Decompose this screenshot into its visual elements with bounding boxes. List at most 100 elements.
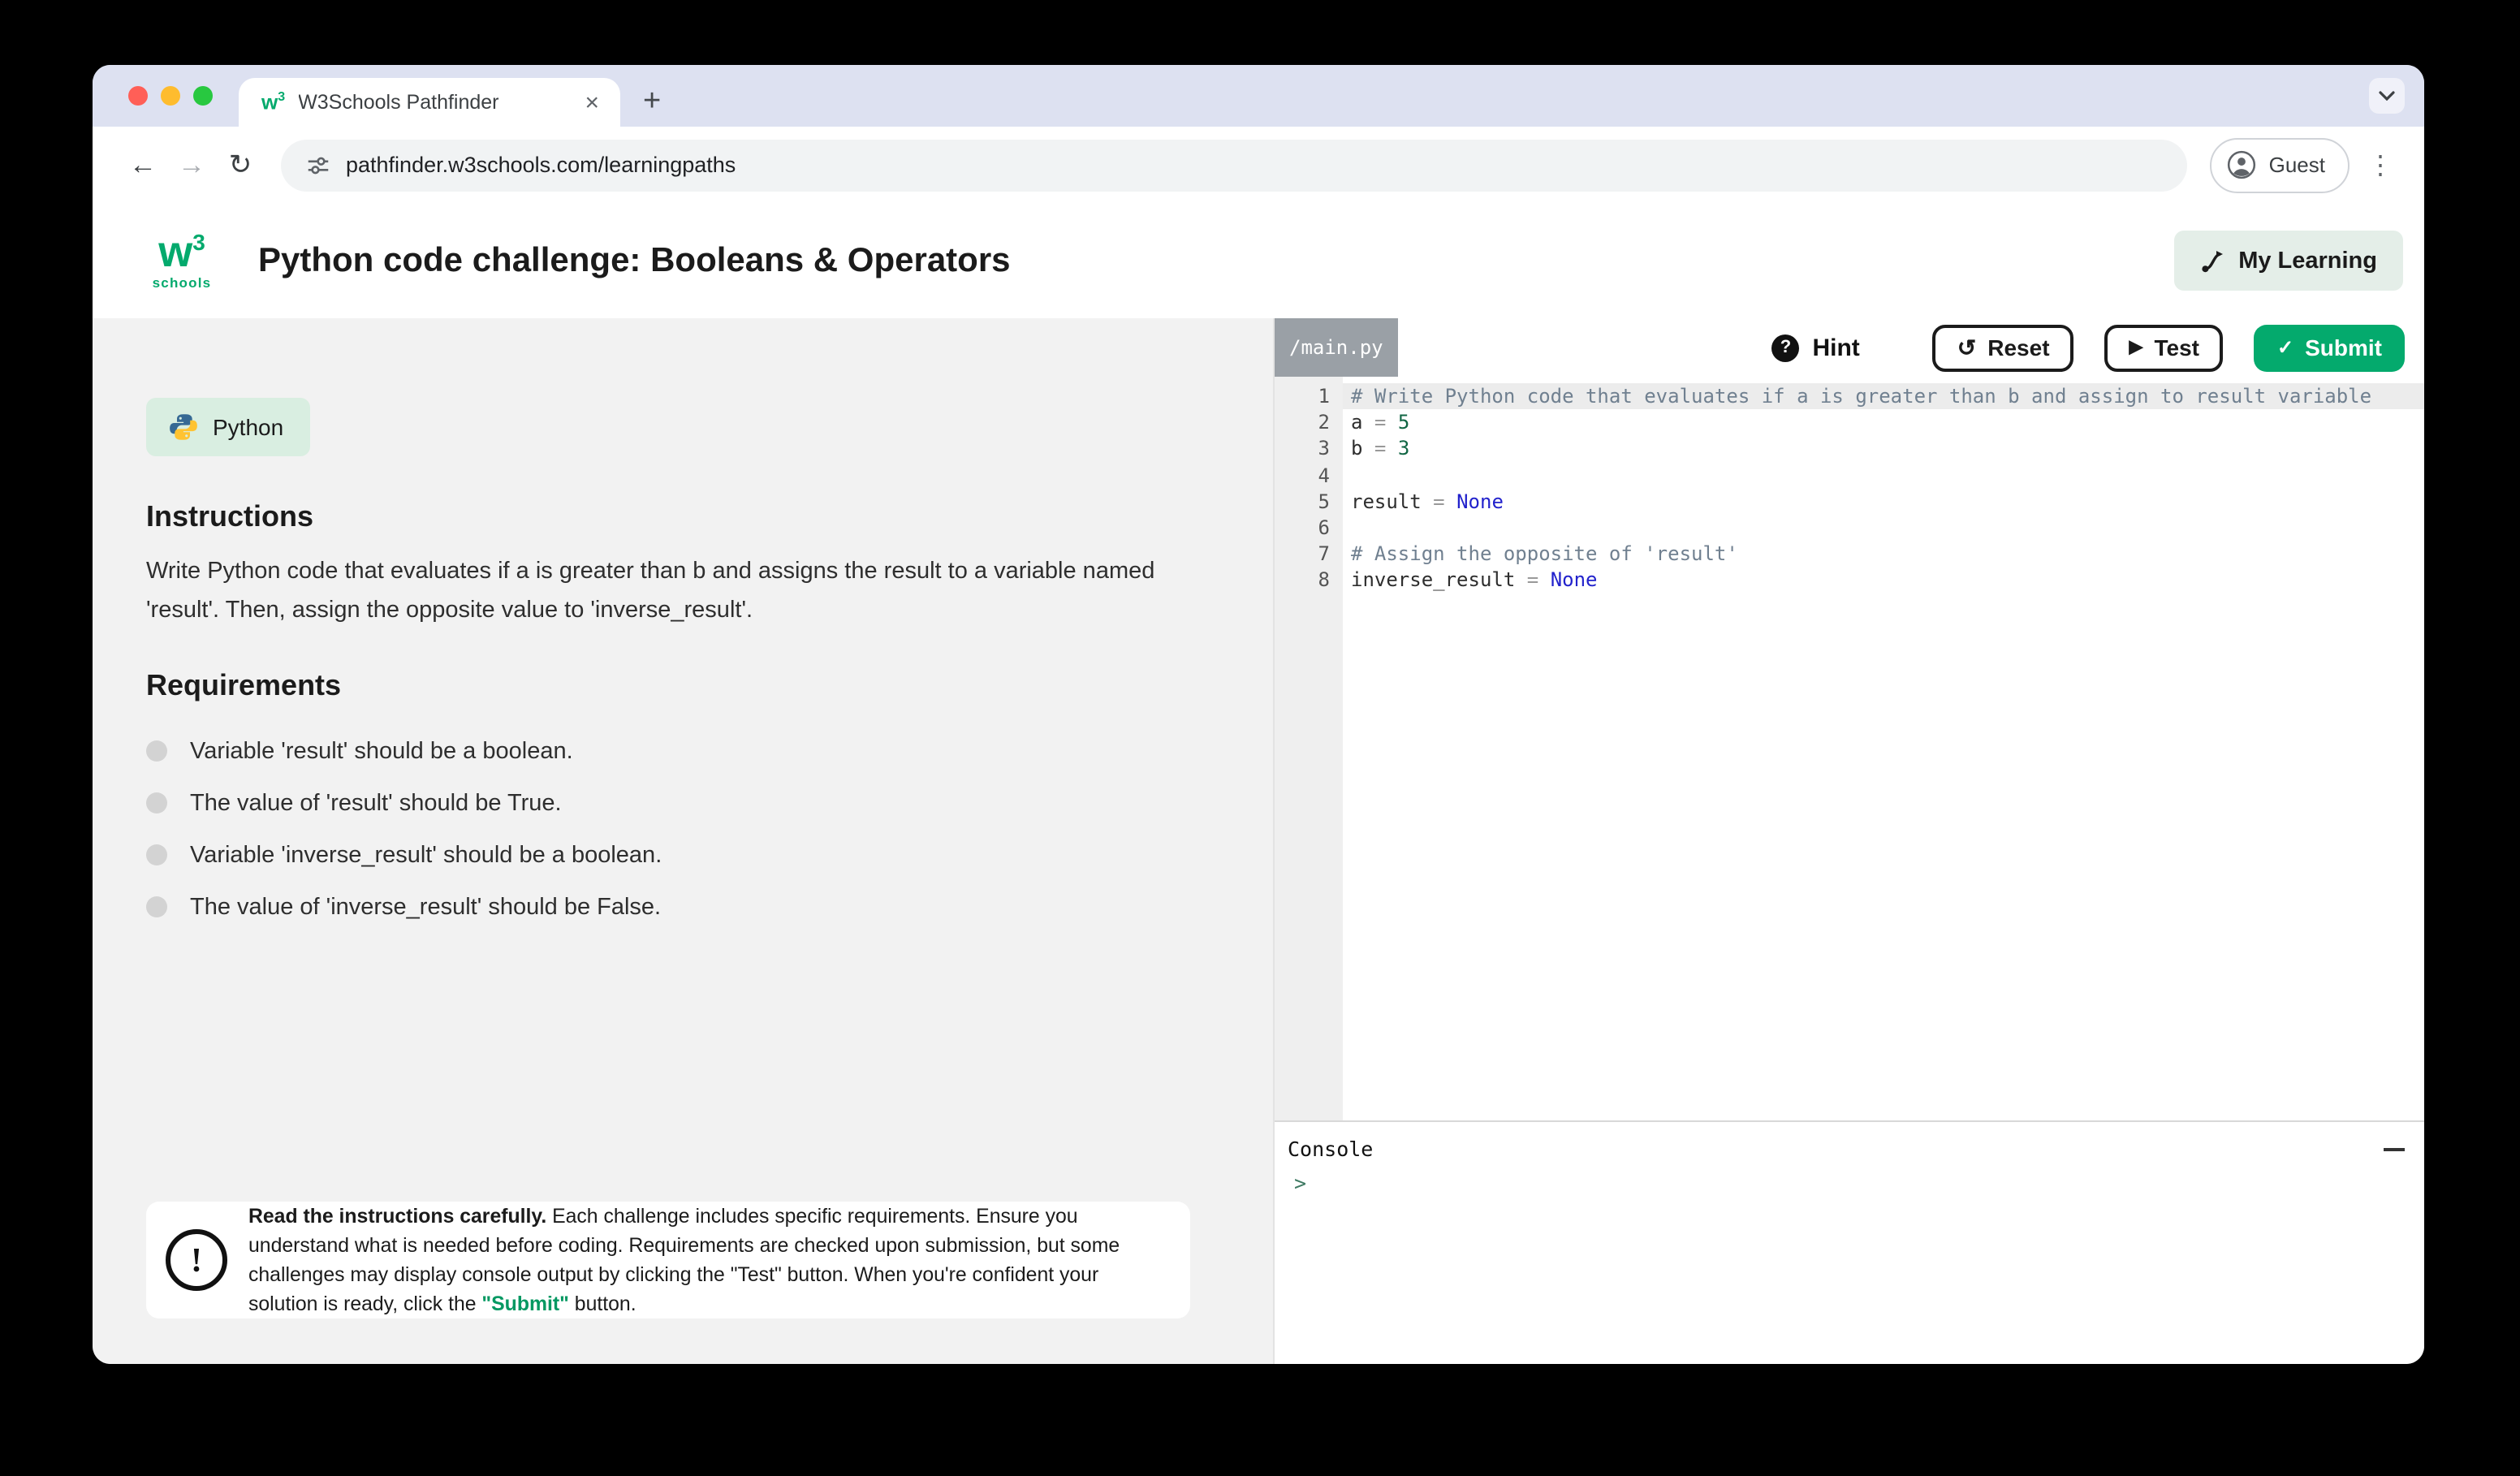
play-icon: ▶ xyxy=(2129,339,2143,356)
learning-path-icon xyxy=(2199,248,2225,274)
requirement-status-icon xyxy=(146,844,167,865)
code-line-8[interactable]: inverse_result = None xyxy=(1343,568,2424,593)
code-line-5[interactable]: result = None xyxy=(1343,489,2424,515)
note-text: Read the instructions carefully. Each ch… xyxy=(248,1202,1167,1318)
browser-menu-icon[interactable]: ⋮ xyxy=(2359,140,2401,189)
line-number: 2 xyxy=(1275,409,1330,435)
browser-tab[interactable]: w3 W3Schools Pathfinder × xyxy=(239,78,620,127)
test-label: Test xyxy=(2154,334,2199,360)
code-token-atom: None xyxy=(1456,490,1504,513)
code-line-6[interactable] xyxy=(1343,515,2424,541)
code-token-plain xyxy=(1538,569,1550,592)
submit-button[interactable]: ✓ Submit xyxy=(2255,324,2405,371)
w3schools-favicon-icon: w3 xyxy=(261,92,285,114)
python-logo-icon xyxy=(169,412,198,442)
code-token-plain: result xyxy=(1351,490,1433,513)
console: Console > xyxy=(1275,1120,2424,1364)
test-button[interactable]: ▶ Test xyxy=(2105,324,2224,371)
requirement-item: The value of 'result' should be True. xyxy=(146,788,1176,818)
collapse-console-icon[interactable] xyxy=(2384,1137,2408,1160)
line-number: 5 xyxy=(1275,489,1330,515)
w3schools-logo[interactable]: w3 schools xyxy=(146,231,218,291)
language-badge: Python xyxy=(146,398,310,456)
requirements-list: Variable 'result' should be a boolean. Th… xyxy=(146,736,1176,922)
requirement-text: Variable 'result' should be a boolean. xyxy=(190,738,573,764)
file-tab-main-py[interactable]: /main.py xyxy=(1275,318,1398,377)
line-number-gutter: 12345678 xyxy=(1275,377,1343,1120)
submit-label: Submit xyxy=(2305,334,2382,360)
instructions-note: ! Read the instructions carefully. Each … xyxy=(146,1202,1190,1318)
question-mark-icon: ? xyxy=(1771,334,1799,361)
code-line-4[interactable] xyxy=(1343,462,2424,488)
reset-button[interactable]: ↺ Reset xyxy=(1933,324,2074,371)
requirement-item: Variable 'result' should be a boolean. xyxy=(146,736,1176,766)
page-title: Python code challenge: Booleans & Operat… xyxy=(258,241,2173,280)
main-content: Python Instructions Write Python code th… xyxy=(93,318,2424,1364)
requirement-status-icon xyxy=(146,740,167,762)
requirements-heading: Requirements xyxy=(146,669,1176,703)
minimize-window-button[interactable] xyxy=(161,86,180,106)
requirement-text: The value of 'inverse_result' should be … xyxy=(190,894,661,920)
line-number: 1 xyxy=(1275,383,1330,409)
code-line-2[interactable]: a = 5 xyxy=(1343,409,2424,435)
browser-window: w3 W3Schools Pathfinder × + ← → ↻ pathfi… xyxy=(93,65,2424,1364)
line-number: 7 xyxy=(1275,541,1330,567)
my-learning-button[interactable]: My Learning xyxy=(2173,231,2403,291)
code-token-atom: None xyxy=(1551,569,1598,592)
console-header: Console xyxy=(1288,1137,2408,1161)
forward-button[interactable]: → xyxy=(167,140,216,189)
window-controls xyxy=(93,65,239,127)
line-number: 4 xyxy=(1275,462,1330,488)
challenge-panel: Python Instructions Write Python code th… xyxy=(93,318,1275,1364)
code-token-comment: # Assign the opposite of 'result' xyxy=(1351,542,1738,565)
code-line-1[interactable]: # Write Python code that evaluates if a … xyxy=(1343,383,2424,409)
reset-label: Reset xyxy=(1987,334,2049,360)
console-label: Console xyxy=(1288,1137,1373,1161)
editor-panel: /main.py ? Hint ↺ Reset ▶ Test ✓ xyxy=(1275,318,2424,1364)
code-content[interactable]: # Write Python code that evaluates if a … xyxy=(1343,377,2424,1120)
code-token-num: 5 xyxy=(1398,411,1409,434)
browser-tab-strip: w3 W3Schools Pathfinder × + xyxy=(93,65,2424,127)
code-line-7[interactable]: # Assign the opposite of 'result' xyxy=(1343,541,2424,567)
code-token-plain xyxy=(1386,411,1397,434)
code-token-plain: a xyxy=(1351,411,1374,434)
code-token-op: = xyxy=(1374,411,1386,434)
hint-label: Hint xyxy=(1812,334,1859,361)
console-prompt: > xyxy=(1288,1171,2408,1195)
code-token-op: = xyxy=(1374,438,1386,460)
exclamation-icon: ! xyxy=(166,1229,227,1291)
requirement-text: The value of 'result' should be True. xyxy=(190,790,562,816)
hint-button[interactable]: ? Hint xyxy=(1771,334,1859,361)
back-button[interactable]: ← xyxy=(119,140,167,189)
note-tail: button. xyxy=(569,1293,636,1315)
line-number: 6 xyxy=(1275,515,1330,541)
maximize-window-button[interactable] xyxy=(193,86,213,106)
note-submit-ref: "Submit" xyxy=(481,1293,569,1315)
tab-search-chevron-icon[interactable] xyxy=(2369,78,2405,114)
code-token-op: = xyxy=(1433,490,1444,513)
page-header: w3 schools Python code challenge: Boolea… xyxy=(93,203,2424,318)
reload-button[interactable]: ↻ xyxy=(216,140,265,189)
browser-navbar: ← → ↻ pathfinder.w3schools.com/learningp… xyxy=(93,127,2424,203)
line-number: 3 xyxy=(1275,436,1330,462)
code-token-plain: inverse_result xyxy=(1351,569,1527,592)
tab-close-icon[interactable]: × xyxy=(580,88,604,116)
site-info-icon[interactable] xyxy=(307,153,330,176)
desktop-background: w3 W3Schools Pathfinder × + ← → ↻ pathfi… xyxy=(0,0,2520,1476)
close-window-button[interactable] xyxy=(128,86,148,106)
requirement-text: Variable 'inverse_result' should be a bo… xyxy=(190,842,662,868)
editor-toolbar: /main.py ? Hint ↺ Reset ▶ Test ✓ xyxy=(1275,318,2424,377)
undo-icon: ↺ xyxy=(1957,336,1976,359)
code-token-op: = xyxy=(1527,569,1538,592)
requirement-status-icon xyxy=(146,792,167,814)
requirement-item: The value of 'inverse_result' should be … xyxy=(146,891,1176,922)
code-line-3[interactable]: b = 3 xyxy=(1343,436,2424,462)
line-number: 8 xyxy=(1275,568,1330,593)
my-learning-label: My Learning xyxy=(2238,248,2377,274)
new-tab-button[interactable]: + xyxy=(620,78,684,127)
profile-button[interactable]: Guest xyxy=(2211,137,2350,192)
address-bar[interactable]: pathfinder.w3schools.com/learningpaths xyxy=(281,139,2188,191)
requirement-status-icon xyxy=(146,896,167,917)
check-icon: ✓ xyxy=(2277,336,2293,359)
code-editor[interactable]: 12345678 # Write Python code that evalua… xyxy=(1275,377,2424,1120)
